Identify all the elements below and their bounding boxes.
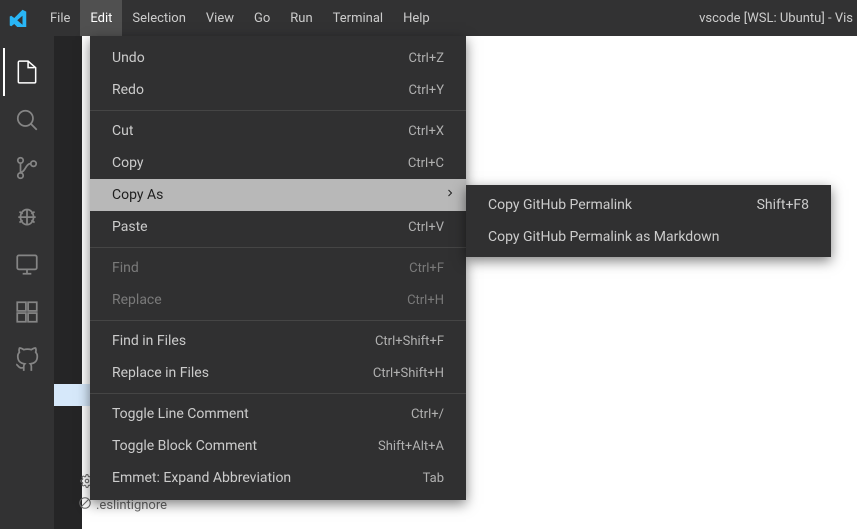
menuitem-cut[interactable]: CutCtrl+X <box>90 115 466 147</box>
menuitem-copy[interactable]: CopyCtrl+C <box>90 147 466 179</box>
titlebar: File Edit Selection View Go Run Terminal… <box>0 0 857 36</box>
menuitem-find[interactable]: FindCtrl+F <box>90 252 466 284</box>
activity-explorer[interactable] <box>3 48 51 96</box>
menuitem-toggle-line-comment[interactable]: Toggle Line CommentCtrl+/ <box>90 398 466 430</box>
activity-remote[interactable] <box>3 240 51 288</box>
menubar: File Edit Selection View Go Run Terminal… <box>40 0 440 36</box>
menuitem-toggle-block-comment[interactable]: Toggle Block CommentShift+Alt+A <box>90 430 466 462</box>
menu-file[interactable]: File <box>40 0 80 36</box>
window-title: vscode [WSL: Ubuntu] - Vis <box>699 0 857 36</box>
menuitem-replace[interactable]: ReplaceCtrl+H <box>90 284 466 316</box>
menu-separator <box>90 320 466 321</box>
activity-source-control[interactable] <box>3 144 51 192</box>
chevron-right-icon <box>444 187 456 203</box>
menu-separator <box>90 110 466 111</box>
menuitem-replace-in-files[interactable]: Replace in FilesCtrl+Shift+H <box>90 357 466 389</box>
menuitem-undo[interactable]: UndoCtrl+Z <box>90 42 466 74</box>
activity-bar <box>0 36 54 529</box>
menu-terminal[interactable]: Terminal <box>323 0 393 36</box>
menu-view[interactable]: View <box>196 0 244 36</box>
submenuitem-copy-github-permalink-md[interactable]: Copy GitHub Permalink as Markdown <box>466 221 831 253</box>
vscode-icon <box>8 8 28 28</box>
activity-search[interactable] <box>3 96 51 144</box>
menu-selection[interactable]: Selection <box>122 0 195 36</box>
menu-separator <box>90 247 466 248</box>
menuitem-paste[interactable]: PasteCtrl+V <box>90 211 466 243</box>
menuitem-redo[interactable]: RedoCtrl+Y <box>90 74 466 106</box>
menu-edit[interactable]: Edit <box>80 0 122 36</box>
activity-extensions[interactable] <box>3 288 51 336</box>
copy-as-submenu: Copy GitHub PermalinkShift+F8 Copy GitHu… <box>466 185 831 257</box>
edit-menu-dropdown: UndoCtrl+Z RedoCtrl+Y CutCtrl+X CopyCtrl… <box>90 36 466 500</box>
menuitem-emmet-expand[interactable]: Emmet: Expand AbbreviationTab <box>90 462 466 494</box>
explorer-selected-row[interactable] <box>54 384 94 406</box>
activity-debug[interactable] <box>3 192 51 240</box>
activity-github[interactable] <box>3 336 51 384</box>
menuitem-copy-as[interactable]: Copy As <box>90 179 466 211</box>
menu-help[interactable]: Help <box>393 0 440 36</box>
menuitem-find-in-files[interactable]: Find in FilesCtrl+Shift+F <box>90 325 466 357</box>
menu-separator <box>90 393 466 394</box>
sidebar <box>54 36 82 529</box>
submenuitem-copy-github-permalink[interactable]: Copy GitHub PermalinkShift+F8 <box>466 189 831 221</box>
menu-go[interactable]: Go <box>244 0 280 36</box>
menu-run[interactable]: Run <box>280 0 322 36</box>
